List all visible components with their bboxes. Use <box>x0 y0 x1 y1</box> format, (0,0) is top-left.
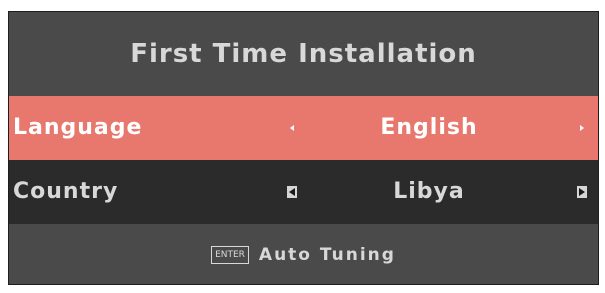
arrow-left-icon[interactable] <box>287 186 297 198</box>
footer-hint[interactable]: ENTER Auto Tuning <box>9 224 598 284</box>
country-value: Libya <box>393 179 465 204</box>
language-value: English <box>380 115 478 140</box>
first-time-installation-dialog: First Time Installation Language English… <box>8 11 599 285</box>
country-label: Country <box>13 179 119 204</box>
auto-tuning-label: Auto Tuning <box>258 245 396 265</box>
enter-key-icon: ENTER <box>211 246 249 264</box>
arrow-right-icon[interactable] <box>577 122 587 134</box>
language-label: Language <box>13 115 143 140</box>
arrow-right-icon[interactable] <box>577 186 587 198</box>
dialog-title: First Time Installation <box>130 39 477 69</box>
arrow-left-icon[interactable] <box>287 122 297 134</box>
language-setting-row[interactable]: Language English <box>9 96 598 160</box>
country-setting-row[interactable]: Country Libya <box>9 160 598 224</box>
